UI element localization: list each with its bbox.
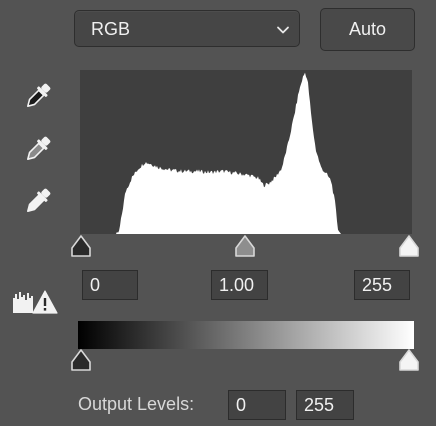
output-white-handle[interactable]: [398, 348, 420, 372]
auto-button[interactable]: Auto: [320, 8, 415, 51]
input-highlights-field[interactable]: [354, 270, 410, 300]
output-levels-label: Output Levels:: [78, 394, 195, 414]
histogram-fill: [80, 72, 412, 234]
input-midtones-field[interactable]: [211, 270, 268, 300]
output-black-handle[interactable]: [70, 348, 92, 372]
channel-select-value: RGB: [91, 19, 131, 39]
levels-panel: RGB Auto 0 1.00 255 Output Levels: 0 255: [0, 0, 436, 426]
output-gradient-bar: [78, 321, 414, 349]
gray-eyedropper-icon[interactable]: [20, 133, 54, 167]
shadows-input-handle[interactable]: [70, 234, 92, 258]
black-eyedropper-icon[interactable]: [20, 80, 54, 114]
channel-select[interactable]: RGB: [74, 10, 300, 47]
histogram: [80, 70, 412, 234]
clipping-warning-icon[interactable]: [12, 286, 58, 316]
input-shadows-field[interactable]: [82, 270, 138, 300]
highlights-input-handle[interactable]: [398, 234, 420, 258]
output-low-field[interactable]: [228, 390, 286, 420]
chevron-down-icon: [277, 26, 289, 34]
midtones-input-handle[interactable]: [234, 234, 256, 258]
histogram-plot: [80, 72, 412, 234]
output-high-field[interactable]: [296, 390, 354, 420]
white-eyedropper-icon[interactable]: [20, 185, 54, 219]
